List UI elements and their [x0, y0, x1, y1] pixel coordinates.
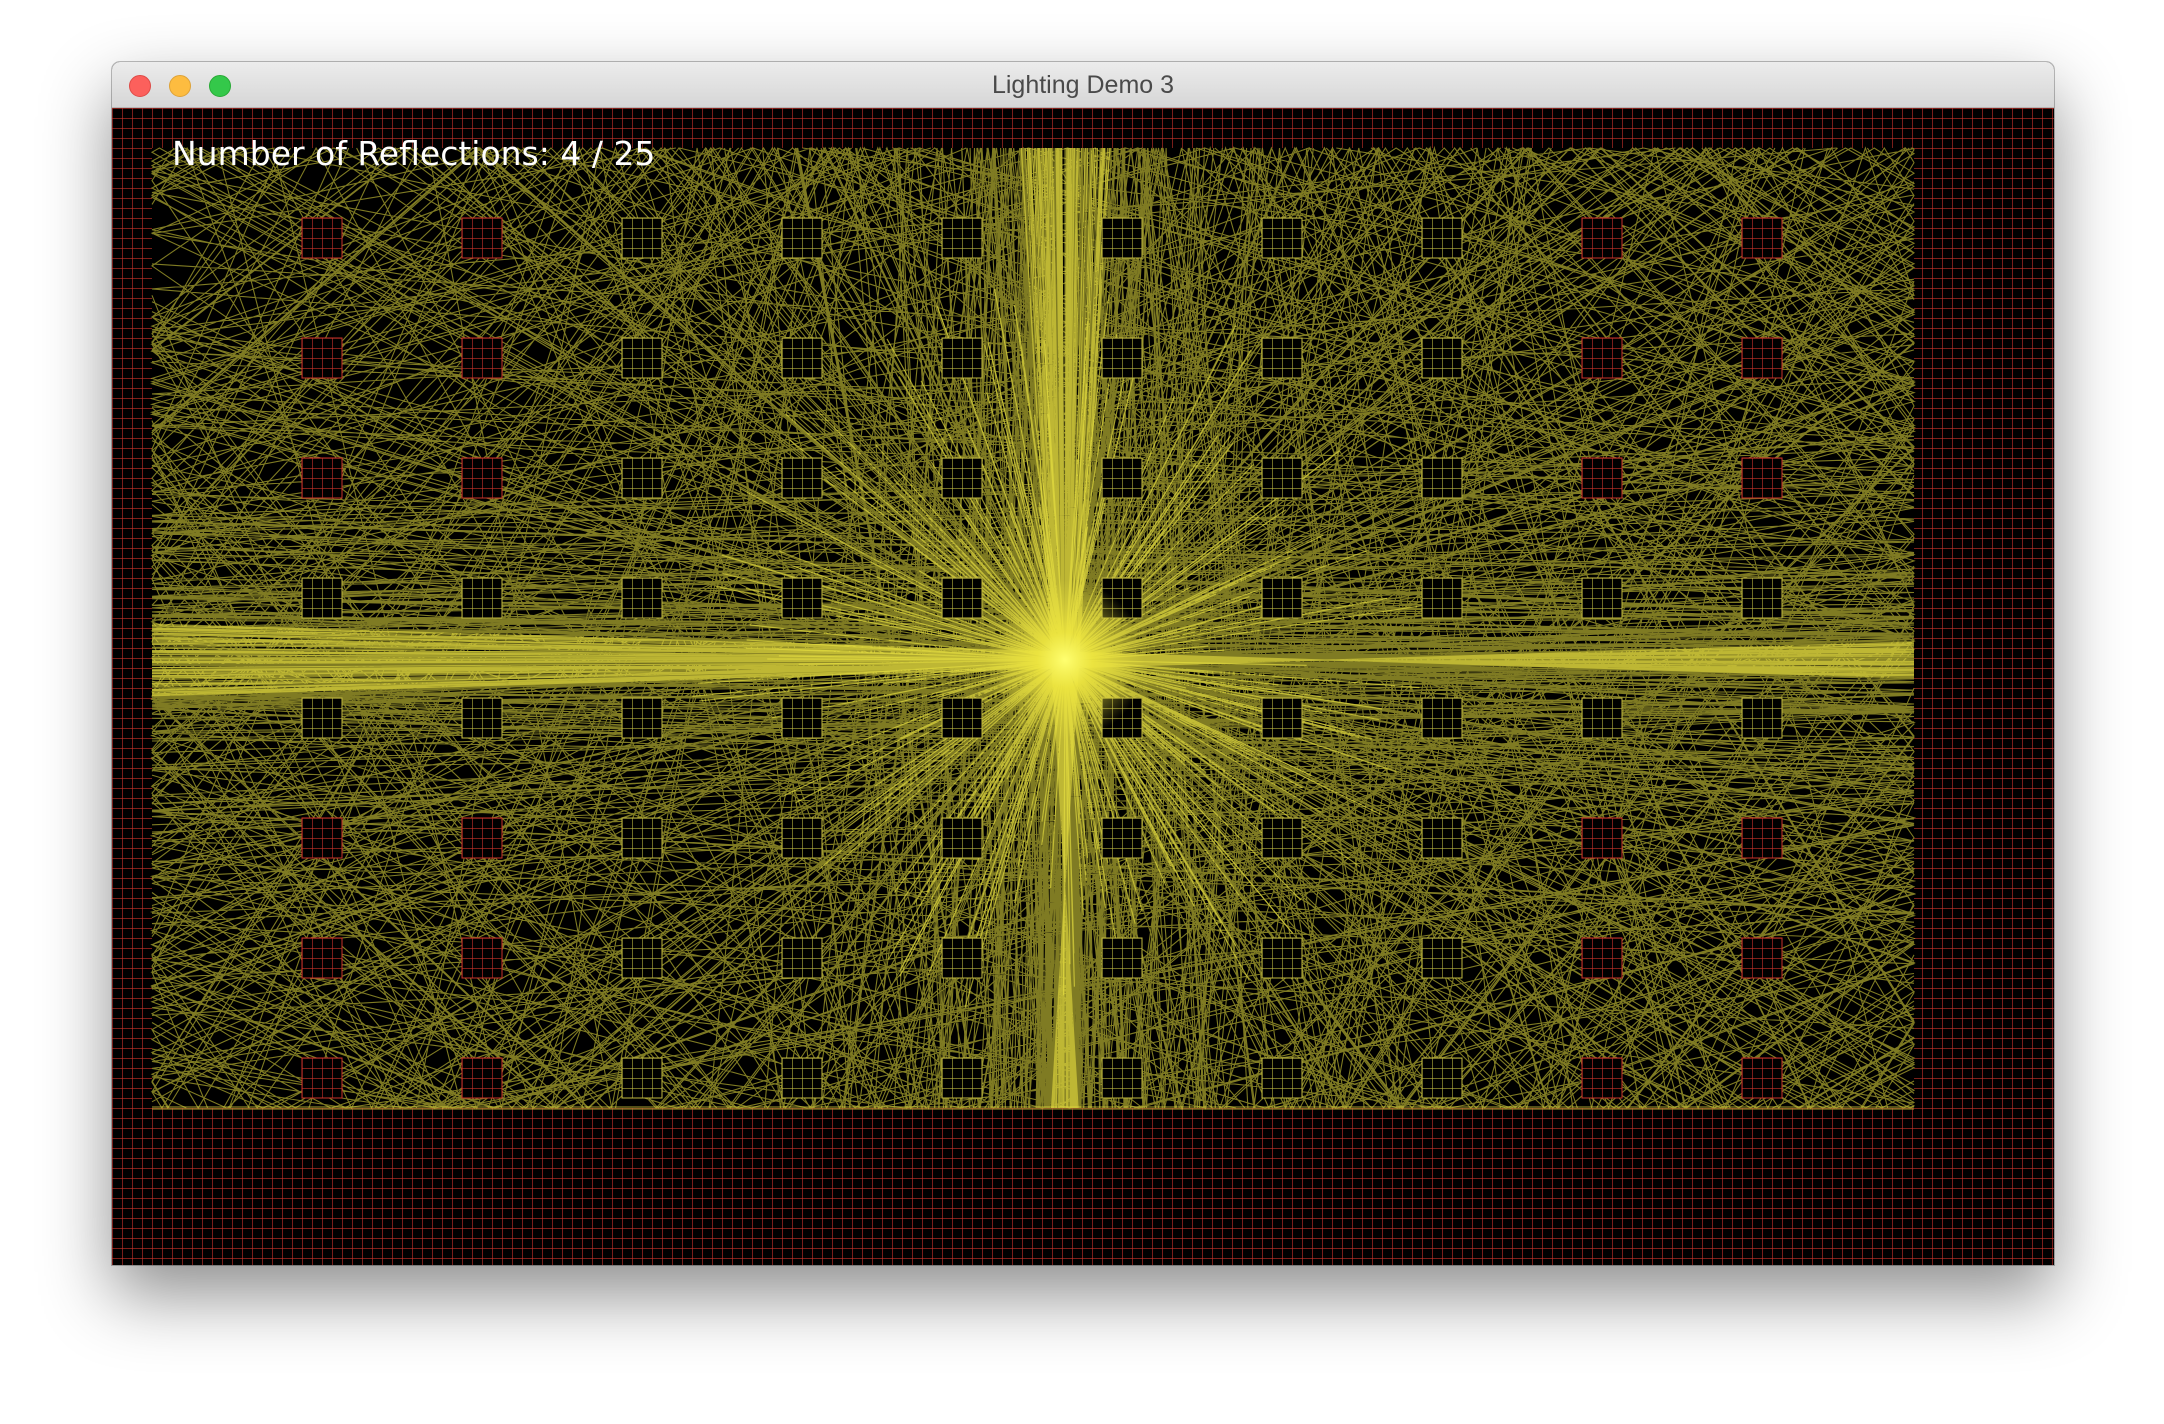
wall-pillar — [621, 937, 663, 979]
scene-svg — [112, 108, 2054, 1265]
wall-pillar — [461, 457, 503, 499]
wall-pillar — [1421, 817, 1463, 859]
wall-pillar — [781, 217, 823, 259]
wall-pillar — [621, 457, 663, 499]
wall-pillar — [301, 217, 343, 259]
wall-pillar — [1741, 457, 1783, 499]
wall-pillar — [781, 817, 823, 859]
reflections-counter: Number of Reflections: 4 / 25 — [172, 134, 656, 173]
wall-pillar — [301, 1057, 343, 1099]
wall-pillar — [1101, 1057, 1143, 1099]
wall-pillar — [1261, 937, 1303, 979]
wall-pillar — [1741, 217, 1783, 259]
wall-pillar — [621, 217, 663, 259]
wall-pillar — [301, 937, 343, 979]
wall-pillar — [1581, 1057, 1623, 1099]
wall-pillar — [781, 937, 823, 979]
wall-pillar — [301, 337, 343, 379]
wall-pillar — [461, 337, 503, 379]
wall-pillar — [1101, 217, 1143, 259]
wall-pillar — [461, 217, 503, 259]
wall-pillar — [941, 937, 983, 979]
wall-pillar — [781, 1057, 823, 1099]
wall-pillar — [1581, 937, 1623, 979]
wall-pillar — [461, 937, 503, 979]
wall-pillar — [461, 817, 503, 859]
wall-pillar — [941, 817, 983, 859]
wall-pillar — [1741, 937, 1783, 979]
wall-pillar — [941, 337, 983, 379]
wall-pillar — [1421, 1057, 1463, 1099]
wall-pillar — [461, 577, 503, 619]
wall-pillar — [1421, 457, 1463, 499]
wall-pillar — [941, 217, 983, 259]
wall-pillar — [301, 697, 343, 739]
wall-pillar — [1421, 577, 1463, 619]
wall-pillar — [941, 1057, 983, 1099]
wall-pillar — [781, 337, 823, 379]
wall-pillar — [781, 457, 823, 499]
wall-pillar — [621, 1057, 663, 1099]
lighting-canvas[interactable]: Number of Reflections: 4 / 25 — [112, 108, 2054, 1265]
wall-pillar — [461, 1057, 503, 1099]
wall-pillar — [1261, 697, 1303, 739]
wall-pillar — [301, 457, 343, 499]
wall-pillar — [1581, 577, 1623, 619]
wall-pillar — [1581, 337, 1623, 379]
light-source — [985, 580, 1145, 740]
wall-pillar — [1261, 577, 1303, 619]
wall-pillar — [301, 577, 343, 619]
wall-pillar — [1261, 1057, 1303, 1099]
wall-pillar — [461, 697, 503, 739]
wall-pillar — [301, 817, 343, 859]
wall-pillar — [1741, 1057, 1783, 1099]
wall-pillar — [1261, 817, 1303, 859]
wall-pillar — [1741, 577, 1783, 619]
wall-pillar — [1741, 817, 1783, 859]
app-window: Lighting Demo 3 Number of Reflections: 4… — [112, 62, 2054, 1265]
wall-pillar — [781, 577, 823, 619]
wall-pillar — [1581, 817, 1623, 859]
wall-pillar — [1421, 337, 1463, 379]
wall-pillar — [1261, 457, 1303, 499]
wall-pillar — [621, 697, 663, 739]
wall-pillar — [621, 577, 663, 619]
wall-pillar — [1421, 217, 1463, 259]
wall-pillar — [941, 697, 983, 739]
wall-pillar — [1261, 337, 1303, 379]
wall-pillar — [1261, 217, 1303, 259]
wall-pillar — [1581, 457, 1623, 499]
wall-pillar — [1581, 217, 1623, 259]
wall-pillar — [621, 817, 663, 859]
wall-pillar — [1741, 337, 1783, 379]
wall-pillar — [1101, 937, 1143, 979]
wall-pillar — [621, 337, 663, 379]
wall-pillar — [1421, 697, 1463, 739]
wall-pillar — [1581, 697, 1623, 739]
window-title: Lighting Demo 3 — [991, 71, 1175, 99]
wall-pillar — [941, 457, 983, 499]
wall-pillar — [1101, 457, 1143, 499]
wall-pillar — [1421, 937, 1463, 979]
wall-pillar — [941, 577, 983, 619]
wall-pillar — [1101, 337, 1143, 379]
wall-pillar — [1101, 817, 1143, 859]
title-bar[interactable]: Lighting Demo 3 — [112, 62, 2054, 108]
wall-pillar — [781, 697, 823, 739]
wall-pillar — [1741, 697, 1783, 739]
